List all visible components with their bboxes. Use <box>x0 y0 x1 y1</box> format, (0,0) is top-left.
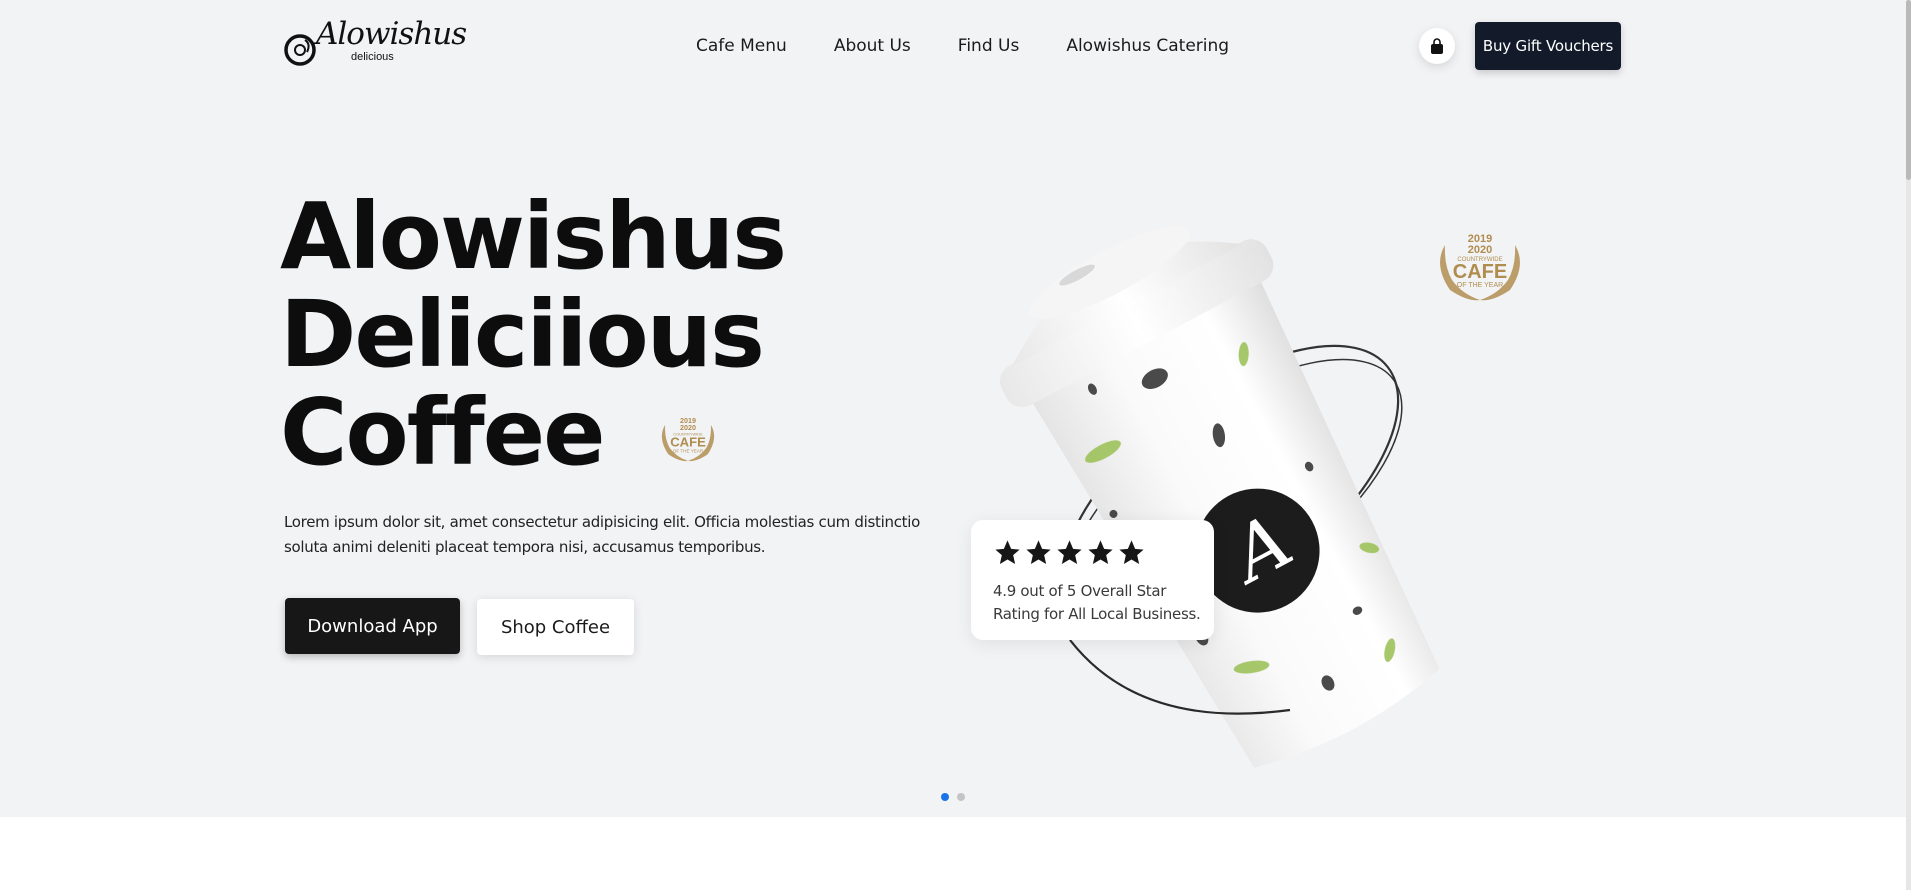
hero-title: Alowishus Deliciious Coffee <box>280 188 840 482</box>
award-laurel-icon: 2019 2020 COUNTRYWIDE CAFE OF THE YEAR <box>661 416 715 462</box>
nav-item-cafe-menu[interactable]: Cafe Menu <box>696 34 787 58</box>
award-large-bottom-text: OF THE YEAR <box>1457 282 1503 289</box>
cart-button[interactable] <box>1419 28 1455 64</box>
logo-tagline: delicious <box>351 51 394 63</box>
award-large-year-2: 2020 <box>1468 244 1492 256</box>
brand-logo[interactable]: Alowishus delicious <box>283 16 467 72</box>
star-icon <box>1088 540 1113 564</box>
shopping-bag-icon <box>1431 37 1443 54</box>
carousel-pagination <box>941 793 973 801</box>
download-app-button[interactable]: Download App <box>285 598 460 654</box>
carousel-dot-2[interactable] <box>957 793 965 801</box>
rating-text-line-1: 4.9 out of 5 Overall Star <box>993 582 1167 600</box>
star-icon <box>1026 540 1051 564</box>
award-laurel-large-icon: 2019 2020 COUNTRYWIDE CAFE OF THE YEAR <box>1440 233 1520 301</box>
buy-gift-vouchers-button[interactable]: Buy Gift Vouchers <box>1475 22 1621 70</box>
star-rating <box>993 538 1148 567</box>
award-bottom-text: OF THE YEAR <box>673 448 704 453</box>
star-icon <box>1119 540 1144 564</box>
award-main-text: CAFE <box>670 435 706 450</box>
nav-item-about-us[interactable]: About Us <box>834 34 911 58</box>
rating-text: 4.9 out of 5 Overall Star Rating for All… <box>993 580 1208 626</box>
logo-wordmark: Alowishus <box>316 16 467 52</box>
hero-title-line-3: Coffee <box>280 379 606 486</box>
star-icon <box>1057 540 1082 564</box>
carousel-dot-1[interactable] <box>941 793 949 801</box>
rating-text-line-2: Rating for All Local Business. <box>993 605 1201 623</box>
hero-description: Lorem ipsum dolor sit, amet consectetur … <box>284 513 920 556</box>
rating-card: 4.9 out of 5 Overall Star Rating for All… <box>971 520 1214 640</box>
hero-title-line-2: Deliciious <box>280 281 765 388</box>
shop-coffee-button[interactable]: Shop Coffee <box>477 599 634 655</box>
nav-item-find-us[interactable]: Find Us <box>958 34 1020 58</box>
nav-item-catering[interactable]: Alowishus Catering <box>1066 34 1229 58</box>
main-nav: Cafe Menu About Us Find Us Alowishus Cat… <box>696 34 1229 58</box>
page-scrollbar[interactable] <box>1906 0 1911 890</box>
award-large-main-text: CAFE <box>1453 261 1507 283</box>
star-icon <box>995 540 1020 564</box>
scrollbar-thumb[interactable] <box>1906 0 1911 180</box>
hero-title-line-1: Alowishus <box>280 183 787 290</box>
